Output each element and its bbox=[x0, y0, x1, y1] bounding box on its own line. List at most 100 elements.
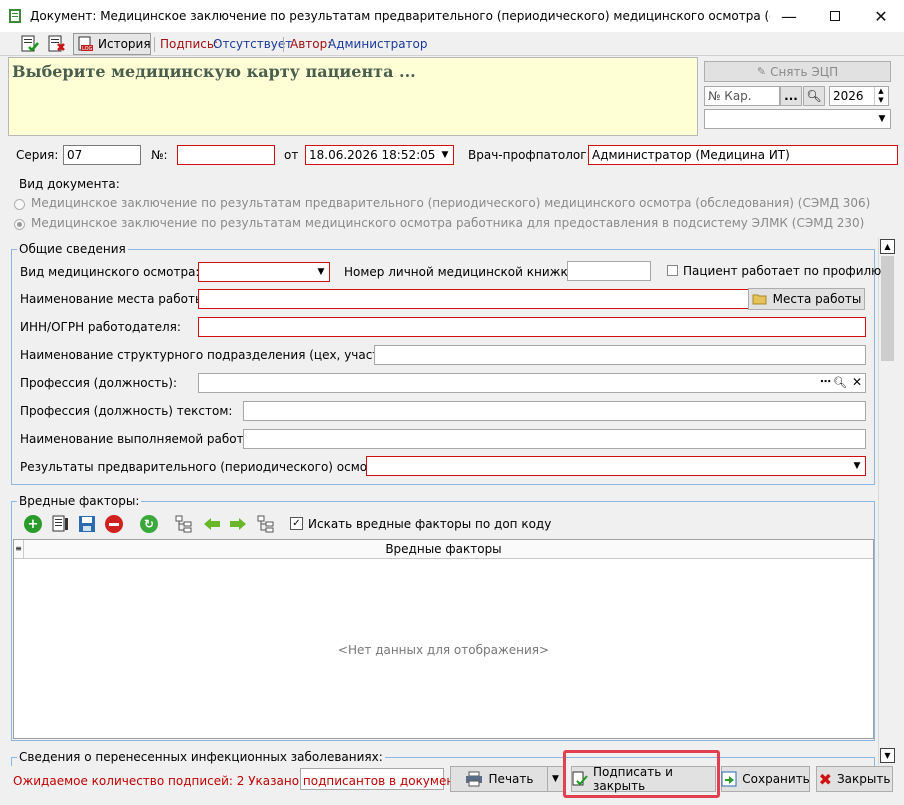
clear-icon[interactable]: ✕ bbox=[852, 375, 862, 389]
author-label: Автор: bbox=[290, 37, 332, 51]
chevron-down-icon: ▼ bbox=[878, 114, 886, 124]
results-label: Результаты предварительного (периодическ… bbox=[20, 460, 394, 474]
form-scrollbar[interactable]: ▲ ▼ bbox=[878, 238, 895, 765]
card-search-button[interactable]: 🔍︎ bbox=[803, 86, 825, 106]
search-icon: 🔍︎ bbox=[806, 89, 822, 103]
signature-label: Подпись: bbox=[160, 37, 219, 51]
profile-checkbox[interactable] bbox=[667, 265, 678, 276]
save-hazard-icon[interactable] bbox=[78, 515, 96, 533]
arrow-left-icon[interactable] bbox=[202, 515, 222, 533]
work-name-label: Наименование выполняемой работы: bbox=[20, 432, 258, 446]
profession-label: Профессия (должность): bbox=[20, 376, 178, 390]
print-dropdown-button[interactable]: ▼ bbox=[547, 766, 564, 792]
minimize-button[interactable]: — bbox=[766, 0, 812, 32]
print-label: Печать bbox=[488, 772, 534, 786]
year-stepper[interactable]: 2026 ▲ ▼ bbox=[829, 86, 889, 106]
doc-type-option-230: Медицинское заключение по результатам ме… bbox=[31, 216, 865, 230]
tree-view-icon[interactable] bbox=[175, 515, 193, 533]
profession-text-input[interactable] bbox=[243, 401, 866, 421]
doc-type-radio-306[interactable] bbox=[14, 199, 25, 210]
work-name-input[interactable] bbox=[243, 429, 866, 449]
print-button[interactable]: Печать bbox=[450, 766, 548, 792]
doctor-input[interactable]: Администратор (Медицина ИТ) bbox=[588, 145, 898, 165]
save-button[interactable]: Сохранить bbox=[721, 766, 810, 792]
window-title: Документ: Медицинское заключение по резу… bbox=[30, 9, 770, 23]
toolbar: LOG История Подпись: Отсутствует Автор: … bbox=[0, 32, 904, 56]
grid-header: ≡ Вредные факторы bbox=[14, 540, 873, 559]
hazards-title: Вредные факторы: bbox=[17, 494, 142, 508]
history-button[interactable]: LOG История bbox=[73, 33, 151, 55]
series-label: Серия: bbox=[16, 148, 59, 162]
save-label: Сохранить bbox=[742, 772, 810, 786]
year-value: 2026 bbox=[833, 89, 864, 103]
hazards-column-header[interactable]: Вредные факторы bbox=[14, 542, 873, 556]
log-document-icon: LOG bbox=[78, 36, 94, 52]
approve-document-icon[interactable] bbox=[20, 35, 40, 53]
delete-hazard-icon[interactable] bbox=[105, 515, 123, 533]
scroll-down-button[interactable]: ▼ bbox=[880, 748, 895, 763]
author-value: Администратор bbox=[328, 37, 428, 51]
select-card-prompt: Выберите медицинскую карту пациента ... bbox=[12, 62, 416, 81]
number-input[interactable] bbox=[177, 145, 275, 165]
close-window-button[interactable]: ✕ bbox=[858, 0, 904, 32]
scroll-thumb[interactable] bbox=[881, 256, 894, 361]
sign-document-icon bbox=[572, 771, 588, 787]
med-book-label: Номер личной медицинской книжки: bbox=[344, 265, 580, 279]
save-icon bbox=[721, 771, 737, 787]
arrow-right-icon[interactable] bbox=[228, 515, 248, 533]
doc-type-radio-230[interactable] bbox=[14, 219, 25, 230]
maximize-button[interactable] bbox=[812, 0, 858, 32]
inn-label: ИНН/ОГРН работодателя: bbox=[20, 320, 181, 334]
close-icon: ✖ bbox=[818, 769, 832, 789]
tree-expand-icon[interactable] bbox=[257, 515, 275, 533]
date-input[interactable]: 18.06.2026 18:52:05 ▼ bbox=[305, 145, 454, 165]
profession-input[interactable]: ⋯ 🔍︎ ✕ bbox=[198, 373, 866, 393]
department-input[interactable] bbox=[374, 345, 866, 365]
card-type-select[interactable]: ▼ bbox=[704, 109, 891, 129]
sign-close-label: Подписать и закрыть bbox=[593, 765, 673, 793]
ellipsis-icon[interactable]: ⋯ bbox=[820, 375, 831, 388]
reject-document-icon[interactable] bbox=[47, 35, 67, 53]
hazards-grid[interactable]: ≡ Вредные факторы <Нет данных для отобра… bbox=[13, 539, 874, 739]
chevron-down-icon: ▼ bbox=[853, 461, 861, 471]
inn-input[interactable] bbox=[198, 317, 866, 337]
history-label: История bbox=[98, 37, 151, 51]
refresh-icon[interactable]: ↻ bbox=[140, 515, 158, 533]
results-select[interactable]: ▼ bbox=[366, 456, 866, 476]
signature-count-status: Ожидаемое количество подписей: 2 Указано… bbox=[13, 774, 485, 788]
workplaces-button[interactable]: Места работы bbox=[748, 288, 865, 310]
add-hazard-icon[interactable]: + bbox=[24, 515, 42, 533]
folder-icon bbox=[752, 293, 768, 305]
maximize-icon bbox=[830, 11, 840, 21]
doc-type-option-306: Медицинское заключение по результатам пр… bbox=[31, 196, 871, 210]
series-input[interactable]: 07 bbox=[63, 145, 141, 165]
toolbar-separator bbox=[154, 37, 155, 52]
close-button[interactable]: ✖ Закрыть bbox=[816, 766, 893, 792]
exam-type-label: Вид медицинского осмотра: bbox=[20, 265, 200, 279]
date-label: от bbox=[284, 148, 299, 162]
signature-icon: ✎ bbox=[756, 65, 767, 78]
workplace-input[interactable] bbox=[198, 289, 750, 309]
stepper-arrows-icon[interactable]: ▲ ▼ bbox=[874, 87, 887, 105]
search-by-code-checkbox[interactable]: ✓ bbox=[290, 517, 303, 530]
number-label: №: bbox=[151, 148, 168, 162]
toolbar-separator bbox=[283, 37, 284, 52]
workplaces-label: Места работы bbox=[772, 292, 862, 306]
med-book-input[interactable] bbox=[567, 261, 651, 281]
close-label: Закрыть bbox=[836, 772, 891, 786]
remove-ecp-button[interactable]: ✎ Снять ЭЦП bbox=[704, 61, 891, 82]
card-number-input[interactable]: № Кар. bbox=[704, 86, 780, 106]
card-ellipsis-button[interactable]: ... bbox=[780, 86, 802, 106]
chevron-down-icon: ▼ bbox=[552, 774, 559, 784]
scroll-up-button[interactable]: ▲ bbox=[880, 239, 895, 254]
edit-hazard-icon[interactable] bbox=[51, 515, 69, 533]
grid-empty-text: <Нет данных для отображения> bbox=[337, 643, 550, 657]
sign-and-close-button[interactable]: Подписать и закрыть bbox=[571, 765, 716, 793]
patient-card-banner[interactable]: Выберите медицинскую карту пациента ... bbox=[8, 57, 698, 136]
exam-type-select[interactable]: ▼ bbox=[198, 262, 330, 282]
profile-check-label: Пациент работает по профилю bbox=[683, 264, 882, 278]
doctor-label: Врач-профпатолог: bbox=[468, 148, 591, 162]
doc-type-label: Вид документа: bbox=[19, 177, 120, 191]
search-icon[interactable]: 🔍︎ bbox=[833, 376, 847, 389]
chevron-down-icon[interactable]: ▼ bbox=[438, 147, 452, 163]
